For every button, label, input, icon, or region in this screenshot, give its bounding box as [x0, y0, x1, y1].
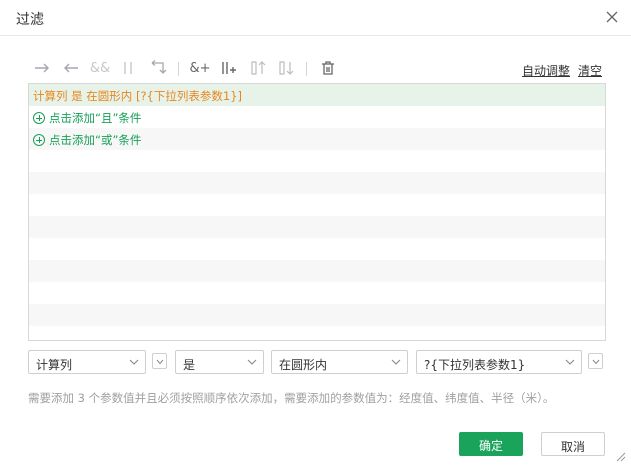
list-item	[29, 150, 605, 172]
list-item[interactable]: 点击添加“且”条件	[29, 106, 605, 128]
move-up-icon[interactable]	[246, 56, 270, 80]
trash-icon[interactable]	[316, 56, 340, 80]
param-type-dropdown-button[interactable]	[588, 353, 603, 369]
arrow-right-icon[interactable]	[30, 56, 54, 80]
add-and-icon[interactable]: &+	[188, 56, 212, 80]
add-circle-icon	[33, 112, 45, 124]
operator-select[interactable]: 是	[175, 350, 264, 374]
list-item	[29, 216, 605, 238]
add-and-condition-link[interactable]: 点击添加“且”条件	[33, 110, 141, 126]
resize-grip-icon[interactable]	[614, 450, 626, 462]
list-item	[29, 282, 605, 304]
field-select[interactable]: 计算列	[28, 350, 146, 374]
relation-select[interactable]: 在圆形内	[271, 350, 408, 374]
close-icon[interactable]	[604, 9, 620, 25]
condition-list: 计算列 是 在圆形内 [?{下拉列表参数1}] 点击添加“且”条件 点击添加“或…	[28, 83, 606, 341]
chevron-down-icon	[247, 359, 257, 365]
add-circle-icon	[33, 134, 45, 146]
param-select[interactable]: ?{下拉列表参数1}	[416, 350, 582, 374]
or-icon[interactable]	[116, 56, 140, 80]
condition-text: 计算列 是 在圆形内 [?{下拉列表参数1}]	[33, 89, 242, 103]
chevron-down-icon	[592, 359, 600, 365]
chevron-down-icon	[129, 359, 139, 365]
ok-button[interactable]: 确定	[459, 432, 523, 456]
clear-link[interactable]: 清空	[578, 62, 602, 79]
list-item	[29, 194, 605, 216]
condition-row-selected[interactable]: 计算列 是 在圆形内 [?{下拉列表参数1}]	[29, 84, 605, 106]
toolbar-divider	[306, 62, 307, 76]
list-item	[29, 326, 605, 340]
toolbar-divider	[178, 62, 179, 76]
list-item[interactable]: 点击添加“或”条件	[29, 128, 605, 150]
arrow-left-icon[interactable]	[59, 56, 83, 80]
list-item	[29, 260, 605, 282]
filter-toolbar: && &+ 自动调整 清空	[28, 56, 606, 82]
dialog-title: 过滤	[16, 12, 44, 28]
add-or-condition-link[interactable]: 点击添加“或”条件	[33, 132, 141, 148]
list-item	[29, 304, 605, 326]
auto-adjust-link[interactable]: 自动调整	[522, 62, 570, 79]
dialog-titlebar: 过滤	[0, 0, 631, 36]
add-or-icon[interactable]	[217, 56, 241, 80]
chevron-down-icon	[156, 359, 164, 365]
return-arrow-icon[interactable]	[146, 56, 170, 80]
cancel-button[interactable]: 取消	[541, 432, 605, 456]
field-type-dropdown-button[interactable]	[152, 353, 167, 369]
list-item	[29, 172, 605, 194]
chevron-down-icon	[565, 359, 575, 365]
parameter-hint: 需要添加 3 个参数值并且必须按照顺序依次添加，需要添加的参数值为：经度值、纬度…	[28, 391, 555, 405]
and-icon[interactable]: &&	[88, 56, 112, 80]
list-item	[29, 238, 605, 260]
chevron-down-icon	[391, 359, 401, 365]
move-down-icon[interactable]	[274, 56, 298, 80]
